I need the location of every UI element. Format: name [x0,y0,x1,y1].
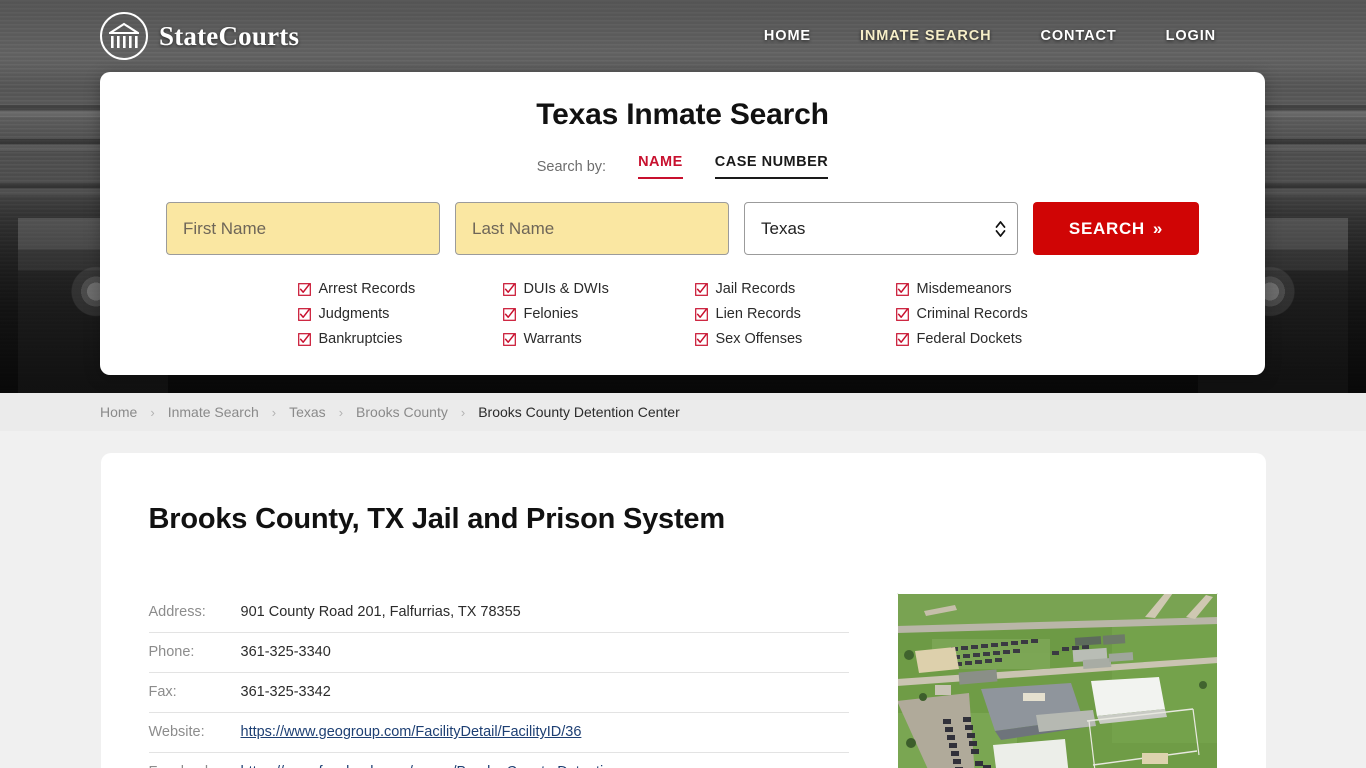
record-type-label: Criminal Records [916,306,1028,322]
chevron-right-icon: › [460,404,466,420]
record-type-lien-records[interactable]: Lien Records [694,306,896,322]
facility-detail-card: Brooks County, TX Jail and Prison System… [100,453,1266,768]
page-title: Brooks County, TX Jail and Prison System [148,503,726,535]
brand-logo-link[interactable]: StateCourts [100,12,299,60]
page-content: Brooks County, TX Jail and Prison System… [0,431,1366,768]
record-type-duis-dwis[interactable]: DUIs & DWIs [502,281,695,297]
breadcrumb-item-current: Brooks County Detention Center [478,404,680,420]
inmate-search-card: Texas Inmate Search Search by: NAME CASE… [100,72,1265,375]
breadcrumb-item-texas[interactable]: Texas [289,404,326,420]
tab-name[interactable]: NAME [638,154,683,179]
checked-checkbox-icon [297,282,311,296]
record-type-criminal-records[interactable]: Criminal Records [895,306,1068,322]
record-type-label: Bankruptcies [318,331,403,347]
info-row-website: Website: https://www.geogroup.com/Facili… [148,713,849,754]
nav-item-home[interactable]: HOME [764,28,811,44]
info-value-address: 901 County Road 201, Falfurrias, TX 7835… [240,604,521,620]
info-label: Fax: [148,684,177,701]
search-button-label: SEARCH [1068,218,1145,238]
tab-case-number[interactable]: CASE NUMBER [714,154,829,179]
checked-checkbox-icon [895,307,909,321]
record-type-checkbox-grid: Arrest Records DUIs & DWIs Jail Records … [297,281,1068,347]
record-type-label: Warrants [523,331,582,347]
search-by-label: Search by: [536,158,607,175]
checked-checkbox-icon [694,282,708,296]
search-card-title: Texas Inmate Search [536,98,829,131]
state-select[interactable]: Texas [744,202,1018,255]
checked-checkbox-icon [502,307,516,321]
top-navigation-bar: StateCourts HOME INMATE SEARCH CONTACT L… [0,0,1366,72]
last-name-input[interactable] [455,202,729,255]
record-type-jail-records[interactable]: Jail Records [694,281,896,297]
info-label: Website: [148,724,205,741]
nav-item-contact[interactable]: CONTACT [1040,28,1116,44]
chevron-right-icon: › [271,404,277,420]
record-type-judgments[interactable]: Judgments [297,306,503,322]
info-label: Phone: [148,644,195,661]
nav-item-login[interactable]: LOGIN [1166,28,1216,44]
checked-checkbox-icon [895,282,909,296]
checked-checkbox-icon [502,282,516,296]
checked-checkbox-icon [297,307,311,321]
record-type-felonies[interactable]: Felonies [502,306,695,322]
checked-checkbox-icon [502,332,516,346]
record-type-label: DUIs & DWIs [523,281,609,297]
facility-info-table: Address: 901 County Road 201, Falfurrias… [148,593,849,768]
record-type-label: Lien Records [715,306,801,322]
record-type-label: Misdemeanors [916,281,1012,297]
search-form: Texas SEARCH » [100,202,1265,255]
chevron-right-icon: › [150,404,155,420]
breadcrumb: Home › Inmate Search › Texas › Brooks Co… [0,393,1366,431]
checked-checkbox-icon [297,332,311,346]
checked-checkbox-icon [895,332,909,346]
facility-aerial-photo [896,593,1218,768]
state-select-wrapper: Texas [744,202,1018,255]
info-row-phone: Phone: 361-325-3340 [148,633,849,674]
hero-header: COURTHOUSE StateCourts HOME INMATE SEARC… [0,0,1366,393]
info-row-facebook: Facebook: https://www.facebook.com/pages… [149,753,849,768]
search-button[interactable]: SEARCH » [1033,202,1199,255]
record-type-label: Judgments [318,306,390,322]
courthouse-circle-icon [100,12,148,60]
info-value-phone: 361-325-3340 [240,644,331,661]
record-type-label: Felonies [523,306,579,322]
info-row-address: Address: 901 County Road 201, Falfurrias… [148,593,849,634]
record-type-federal-dockets[interactable]: Federal Dockets [895,331,1068,347]
search-by-tabs: Search by: NAME CASE NUMBER [100,154,1265,179]
record-type-warrants[interactable]: Warrants [502,331,695,347]
breadcrumb-item-inmate-search[interactable]: Inmate Search [168,404,259,420]
record-type-misdemeanors[interactable]: Misdemeanors [895,281,1068,297]
record-type-arrest-records[interactable]: Arrest Records [297,281,503,297]
facility-body: Address: 901 County Road 201, Falfurrias… [148,593,1218,768]
breadcrumb-item-home[interactable]: Home [100,404,137,420]
info-label: Facebook: [149,762,241,768]
info-label: Address: [148,604,206,620]
first-name-input[interactable] [166,202,440,255]
breadcrumb-item-brooks-county[interactable]: Brooks County [356,404,448,420]
record-type-label: Arrest Records [318,281,416,297]
record-type-bankruptcies[interactable]: Bankruptcies [297,331,503,347]
website-link[interactable]: https://www.geogroup.com/FacilityDetail/… [241,722,582,743]
nav-item-inmate-search[interactable]: INMATE SEARCH [860,28,991,44]
record-type-label: Jail Records [715,281,796,297]
info-value-fax: 361-325-3342 [240,684,331,701]
main-nav: HOME INMATE SEARCH CONTACT LOGIN [764,28,1216,44]
double-chevron-right-icon: » [1152,219,1164,238]
brand-name: StateCourts [159,20,300,51]
chevron-right-icon: › [338,404,344,420]
record-type-label: Sex Offenses [715,331,803,347]
checked-checkbox-icon [694,307,708,321]
facebook-link[interactable]: https://www.facebook.com/pages/Brooks-Co… [241,762,625,768]
record-type-label: Federal Dockets [916,331,1023,347]
checked-checkbox-icon [694,332,708,346]
info-row-fax: Fax: 361-325-3342 [148,673,849,714]
record-type-sex-offenses[interactable]: Sex Offenses [694,331,896,347]
